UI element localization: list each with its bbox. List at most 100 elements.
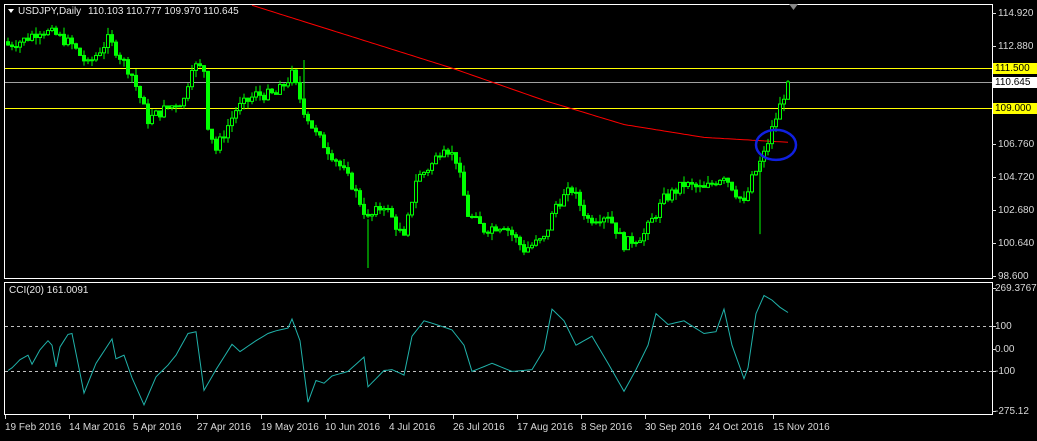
candle (78, 47, 82, 56)
candle-body (54, 27, 58, 35)
candle-body (514, 234, 518, 238)
candle-body (210, 128, 214, 140)
candle-body (442, 149, 446, 158)
time-axis-label: 5 Apr 2016 (133, 422, 182, 433)
candle (114, 39, 118, 58)
candle-body (362, 203, 366, 215)
cci-axis-label: -275.12 (995, 406, 1029, 417)
candle-body (270, 88, 274, 94)
candle-body (570, 187, 574, 194)
candle-body (594, 221, 598, 224)
candle-body (678, 181, 682, 194)
candle-body (430, 163, 434, 171)
candle-body (34, 33, 38, 38)
candle-body (622, 232, 626, 251)
time-axis-label: 30 Sep 2016 (645, 422, 702, 433)
candle-body (682, 181, 686, 188)
cci-axis-label: 269.3767 (995, 283, 1037, 294)
candle-body (778, 103, 782, 120)
candle-body (610, 216, 614, 224)
candle-body (258, 91, 262, 96)
candle-body (650, 217, 654, 223)
candle-body (566, 187, 570, 196)
candle-body (722, 177, 726, 181)
candle-body (122, 58, 126, 61)
time-axis-label: 19 Feb 2016 (5, 422, 62, 433)
candle-body (282, 84, 286, 87)
candle-body (686, 182, 690, 188)
candle-body (702, 185, 706, 188)
price-axis-label: 102.680 (998, 205, 1035, 216)
time-axis-label: 24 Oct 2016 (709, 422, 764, 433)
candle-body (666, 193, 670, 201)
candle-body (246, 97, 250, 102)
candle-body (66, 37, 70, 46)
candle-body (726, 177, 730, 183)
candle-body (614, 222, 618, 234)
candle-body (402, 228, 406, 236)
time-axis-label: 15 Nov 2016 (773, 422, 830, 433)
candle-body (638, 240, 642, 244)
candle-body (754, 170, 758, 176)
candle-body (438, 155, 442, 158)
candle-body (286, 82, 290, 87)
chart-background (0, 0, 1037, 441)
time-axis-label: 27 Apr 2016 (197, 422, 251, 433)
cci-axis-label: 100 (995, 321, 1012, 332)
candle-body (6, 41, 10, 46)
current-price-tag: 110.645 (993, 76, 1037, 88)
candle-body (14, 46, 18, 49)
candle-body (290, 69, 294, 84)
candle-body (786, 81, 790, 100)
candle-body (82, 54, 86, 62)
candle-body (498, 228, 502, 232)
candle-body (334, 159, 338, 162)
candle-body (626, 236, 630, 251)
candle-body (490, 226, 494, 234)
candle-body (630, 236, 634, 244)
candle-body (38, 33, 42, 38)
candle-body (78, 47, 82, 56)
candle-body (90, 59, 94, 62)
candle-body (50, 27, 54, 31)
candle (622, 231, 626, 252)
candle (154, 109, 158, 116)
candle-body (750, 174, 754, 193)
candle-body (62, 33, 66, 46)
candle-body (218, 136, 222, 151)
cci-label: CCI(20) 161.0091 (9, 285, 89, 296)
candle-body (506, 228, 510, 231)
candle-body (214, 138, 218, 151)
candle-body (326, 147, 330, 155)
candle-body (598, 221, 602, 224)
candle-body (646, 221, 650, 235)
candle-body (178, 105, 182, 108)
candle-body (102, 46, 106, 54)
candle-body (170, 105, 174, 109)
candle-body (554, 203, 558, 214)
candle-body (342, 165, 346, 169)
candle-body (250, 96, 254, 102)
cci-axis-label: 0.00 (995, 344, 1015, 355)
candle-body (370, 214, 374, 217)
candle-body (534, 239, 538, 246)
candle-body (30, 33, 34, 41)
candle-body (486, 231, 490, 234)
candle-body (138, 85, 142, 99)
candle-body (394, 216, 398, 230)
candle-body (642, 233, 646, 242)
candle-body (606, 216, 610, 219)
candle-body (530, 244, 534, 249)
candle-body (602, 217, 606, 223)
candle-body (578, 191, 582, 206)
chart-canvas[interactable] (0, 0, 1037, 441)
price-axis-label: 114.920 (998, 8, 1034, 19)
candle-body (306, 113, 310, 122)
candle-body (206, 70, 210, 130)
candle-body (694, 183, 698, 188)
candle-body (46, 29, 50, 36)
candle-body (154, 110, 158, 116)
candle-body (266, 88, 270, 101)
candle-body (98, 52, 102, 56)
candle (294, 68, 298, 86)
